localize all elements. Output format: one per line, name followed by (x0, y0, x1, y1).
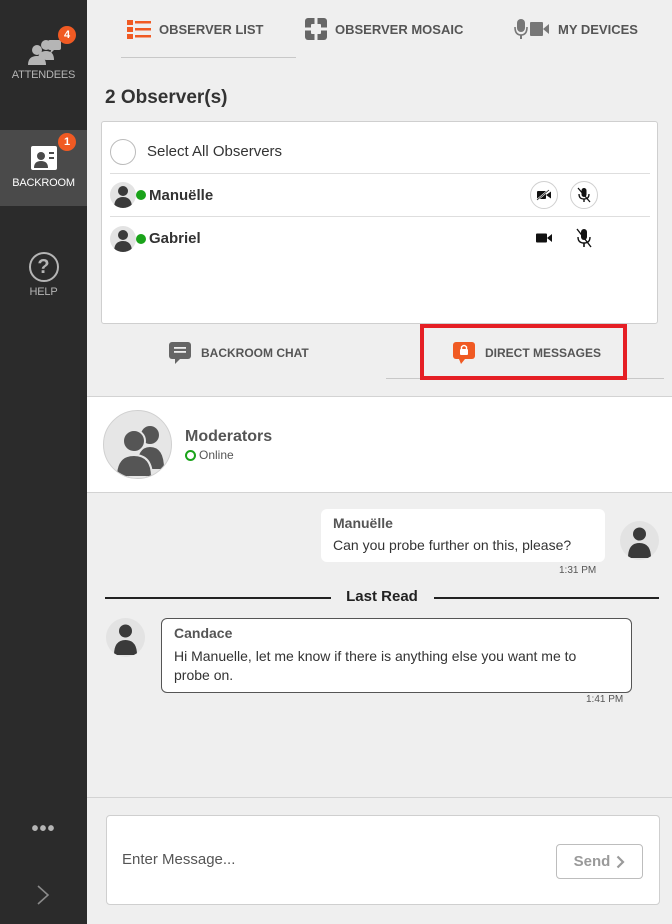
sidebar-item-label: ATTENDEES (11, 69, 76, 81)
avatar (110, 182, 136, 208)
observer-row-gabriel[interactable]: Gabriel (110, 217, 650, 260)
group-icon (114, 426, 164, 478)
top-tabs: OBSERVER LIST OBSERVER MOSAIC MY DEVICES (87, 0, 672, 58)
camera-toggle-button[interactable] (530, 181, 558, 209)
sidebar-item-backroom[interactable]: BACKROOM 1 (0, 130, 87, 206)
help-icon: ? (28, 252, 59, 282)
backroom-count-badge: 1 (58, 133, 76, 151)
camera-on-icon (536, 233, 552, 243)
sidebar-item-label: BACKROOM (12, 177, 75, 189)
observer-row-manuelle[interactable]: Manuëlle (110, 174, 650, 217)
tab-my-devices[interactable]: MY DEVICES (514, 0, 638, 58)
message-text: Hi Manuelle, let me know if there is any… (174, 647, 619, 685)
chevron-right-icon (617, 855, 625, 868)
camera-toggle-button[interactable] (530, 224, 558, 252)
observer-list: Select All Observers Manuëlle Gabriel (101, 121, 658, 324)
tab-label: MY DEVICES (558, 21, 638, 37)
chevron-right-icon[interactable] (36, 884, 50, 906)
group-avatar (103, 410, 172, 479)
list-icon (127, 20, 151, 39)
message-bubble: Manuëlle Can you probe further on this, … (321, 509, 605, 562)
message-author: Manuëlle (333, 515, 393, 531)
backroom-icon (30, 146, 57, 170)
select-all-label: Select All Observers (147, 143, 283, 160)
tab-observer-list[interactable]: OBSERVER LIST (121, 0, 295, 58)
online-status-dot (136, 190, 146, 200)
online-ring-icon (185, 449, 196, 461)
message-line: Hi Manuelle, let me know if there is any… (174, 648, 577, 664)
attendees-icon (27, 40, 61, 65)
last-read-label: Last Read (346, 588, 418, 605)
tab-label: OBSERVER MOSAIC (335, 21, 464, 37)
tab-label: BACKROOM CHAT (201, 346, 309, 360)
message-author: Candace (174, 625, 233, 641)
person-icon (114, 229, 132, 252)
person-icon (114, 624, 137, 655)
mic-toggle-button[interactable] (570, 181, 598, 209)
observer-count-title: 2 Observer(s) (105, 87, 228, 108)
tab-label: OBSERVER LIST (159, 21, 264, 37)
message-time: 1:31 PM (559, 565, 597, 576)
attendees-count-badge: 4 (58, 26, 76, 44)
send-label: Send (573, 853, 611, 870)
avatar (620, 521, 659, 560)
observer-name: Gabriel (149, 230, 201, 247)
select-all-row[interactable]: Select All Observers (110, 130, 650, 174)
mosaic-icon (305, 18, 327, 40)
send-button[interactable]: Send (556, 844, 643, 879)
person-icon (628, 527, 651, 558)
message-text: Can you probe further on this, please? (333, 537, 572, 553)
select-all-radio[interactable] (110, 138, 136, 165)
observer-name: Manuëlle (149, 186, 214, 204)
mic-toggle-button[interactable] (570, 224, 598, 252)
sidebar-item-label: HELP (29, 286, 58, 298)
devices-icon (514, 19, 549, 39)
tab-observer-mosaic[interactable]: OBSERVER MOSAIC (305, 0, 463, 58)
mic-off-icon (576, 228, 592, 248)
message-composer: Send (106, 815, 660, 905)
online-status-dot (136, 233, 146, 244)
message-line: probe on. (174, 667, 234, 683)
camera-off-icon (536, 189, 551, 201)
mic-off-icon (577, 187, 591, 203)
more-options-icon[interactable]: ••• (0, 818, 87, 841)
main-panel: OBSERVER LIST OBSERVER MOSAIC MY DEVICES… (87, 0, 672, 924)
message-input[interactable] (122, 848, 522, 870)
avatar (106, 618, 145, 657)
conversation-header: Moderators Online (87, 397, 672, 493)
chat-icon (169, 342, 191, 364)
direct-messages-highlight (420, 324, 627, 380)
sidebar-item-attendees[interactable]: ATTENDEES 4 (0, 26, 87, 88)
divider (87, 797, 672, 798)
person-icon (114, 186, 132, 208)
message-time: 1:41 PM (586, 694, 624, 705)
last-read-divider: Last Read (105, 588, 659, 608)
sidebar-item-help[interactable]: ? HELP (0, 252, 87, 302)
message-bubble: Candace Hi Manuelle, let me know if ther… (161, 618, 632, 693)
status-text: Online (199, 448, 234, 462)
avatar (110, 225, 136, 252)
conversation-title: Moderators (185, 428, 273, 445)
conversation-status: Online (185, 448, 234, 462)
sidebar: ATTENDEES 4 BACKROOM 1 ? HELP ••• (0, 0, 87, 924)
tab-backroom-chat[interactable]: BACKROOM CHAT (169, 342, 309, 364)
